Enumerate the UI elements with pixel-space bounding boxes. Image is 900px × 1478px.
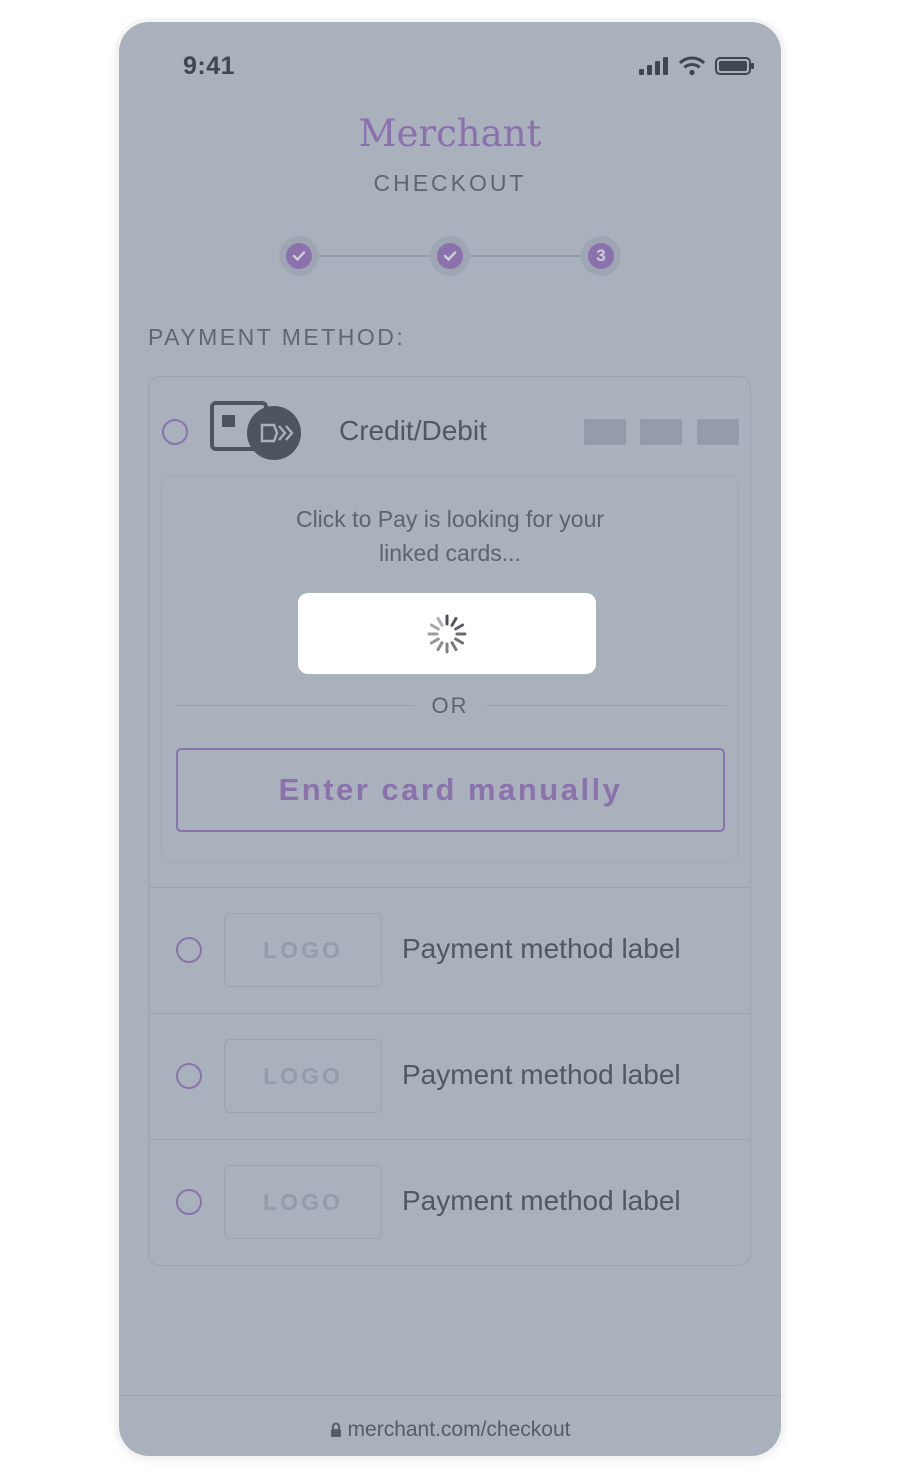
check-icon	[443, 251, 457, 262]
payment-method-label: Payment method label	[402, 1185, 681, 1216]
card-brand-placeholder	[640, 419, 682, 445]
merchant-logo: Merchant	[358, 112, 542, 155]
payment-method-logo: LOGO	[224, 1039, 382, 1113]
spinner-icon	[427, 614, 467, 653]
payment-method-label: Payment method label	[402, 1059, 681, 1090]
payment-method-row[interactable]: LOGO Payment method label	[149, 887, 749, 1014]
click-to-pay-status: Click to Pay is looking for your linked …	[162, 502, 738, 570]
browser-url-bar[interactable]: merchant.com/checkout	[119, 1395, 781, 1456]
phone-screen: 9:41 Merchant CHECKOUT 3 PAYMENT METHOD:…	[119, 22, 781, 1456]
payment-methods-card: Credit/Debit Click to Pay is looking for…	[148, 376, 751, 1266]
status-time: 9:41	[183, 52, 236, 80]
click-to-pay-line-1: Click to Pay is looking for your	[295, 506, 605, 532]
step-1	[279, 236, 319, 276]
credit-debit-label: Credit/Debit	[339, 415, 487, 446]
step-connector	[319, 255, 430, 257]
radio-payment-method[interactable]	[176, 937, 202, 963]
payment-method-logo: LOGO	[224, 1165, 382, 1239]
radio-credit-debit[interactable]	[162, 419, 188, 445]
status-icons	[639, 56, 755, 76]
card-brand-placeholder	[584, 419, 626, 445]
signal-icon	[639, 57, 668, 75]
progress-stepper: 3	[279, 236, 621, 276]
step-2	[430, 236, 470, 276]
or-separator: OR	[431, 693, 469, 718]
step-3-number: 3	[588, 243, 614, 269]
step-connector	[470, 255, 581, 257]
page-subtitle: CHECKOUT	[373, 170, 527, 196]
loading-button[interactable]	[298, 593, 596, 674]
enter-card-manually-button[interactable]: Enter card manually	[176, 748, 725, 832]
payment-method-label: Payment method label	[402, 933, 681, 964]
payment-method-row[interactable]: LOGO Payment method label	[149, 1013, 749, 1140]
payment-method-heading: PAYMENT METHOD:	[148, 324, 406, 350]
card-brand-placeholder	[697, 419, 739, 445]
radio-payment-method[interactable]	[176, 1063, 202, 1089]
url-display: merchant.com/checkout	[119, 1418, 781, 1442]
click-to-pay-icon	[210, 401, 301, 460]
check-icon	[292, 251, 306, 262]
payment-method-logo: LOGO	[224, 913, 382, 987]
lock-icon	[330, 1422, 341, 1437]
click-to-pay-panel: Click to Pay is looking for your linked …	[161, 475, 739, 863]
radio-payment-method[interactable]	[176, 1189, 202, 1215]
step-3: 3	[581, 236, 621, 276]
payment-method-row[interactable]: LOGO Payment method label	[149, 1139, 749, 1266]
battery-icon	[715, 57, 754, 75]
click-to-pay-line-2: linked cards...	[379, 540, 521, 566]
wifi-icon	[679, 56, 705, 76]
url-text: merchant.com/checkout	[347, 1418, 571, 1441]
